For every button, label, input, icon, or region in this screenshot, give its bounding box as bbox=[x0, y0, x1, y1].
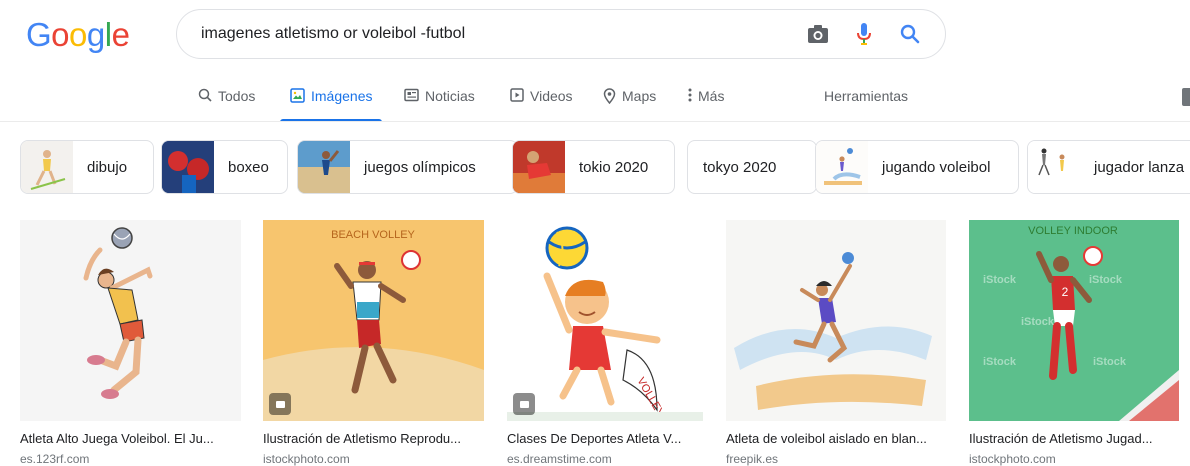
tab-imagenes[interactable]: Imágenes bbox=[279, 86, 384, 122]
result-title[interactable]: Atleta Alto Juega Voleibol. El Ju... bbox=[20, 431, 214, 446]
chip-thumbnail bbox=[21, 141, 73, 193]
logo-letter: g bbox=[86, 16, 105, 53]
tab-label: Videos bbox=[530, 88, 573, 104]
chip-dibujo[interactable]: dibujo bbox=[20, 140, 154, 194]
result-image[interactable]: VOLLEYBALL bbox=[507, 220, 703, 421]
chip-tokio-2020[interactable]: tokio 2020 bbox=[512, 140, 675, 194]
tab-todos[interactable]: Todos bbox=[198, 86, 255, 122]
logo-letter: G bbox=[26, 16, 52, 53]
result-image[interactable]: BEACH VOLLEY bbox=[263, 220, 484, 421]
search-input[interactable]: imagenes atletismo or voleibol -futbol bbox=[201, 25, 801, 43]
chip-label: tokio 2020 bbox=[579, 158, 649, 176]
result-source[interactable]: freepik.es bbox=[726, 452, 778, 466]
chip-juegos-olimpicos[interactable]: juegos olímpicos bbox=[297, 140, 518, 194]
chip-thumbnail bbox=[816, 141, 868, 193]
news-icon bbox=[404, 88, 419, 102]
tab-label: Todos bbox=[218, 88, 256, 104]
tab-label: Más bbox=[698, 88, 725, 104]
result-source[interactable]: es.123rf.com bbox=[20, 452, 89, 466]
image-watermark: iStock bbox=[983, 274, 1017, 286]
chip-thumbnail bbox=[1028, 141, 1080, 193]
logo-letter: e bbox=[111, 16, 130, 53]
svg-text:2: 2 bbox=[1062, 285, 1069, 299]
result-source[interactable]: istockphoto.com bbox=[263, 452, 350, 466]
result-title[interactable]: Clases De Deportes Atleta V... bbox=[507, 431, 681, 446]
chip-label: jugando voleibol bbox=[882, 158, 991, 176]
image-watermark: iStock bbox=[983, 356, 1017, 368]
related-searches: dibujo boxeo juegos olímpicos tokio 2020… bbox=[20, 140, 1190, 194]
search-box[interactable]: imagenes atletismo or voleibol -futbol bbox=[176, 9, 946, 59]
chip-label: juegos olímpicos bbox=[364, 158, 476, 176]
result-title[interactable]: Atleta de voleibol aislado en blan... bbox=[726, 431, 927, 446]
search-icon[interactable] bbox=[893, 17, 927, 51]
image-watermark: iStock bbox=[1021, 316, 1055, 328]
image-watermark: iStock bbox=[1089, 274, 1123, 286]
chip-boxeo[interactable]: boxeo bbox=[161, 140, 288, 194]
result-image[interactable] bbox=[20, 220, 241, 421]
logo-letter: o bbox=[69, 16, 87, 53]
logo-letter: o bbox=[51, 16, 70, 53]
tab-mas[interactable]: Más bbox=[688, 86, 724, 122]
tab-label: Noticias bbox=[425, 88, 475, 104]
result-source[interactable]: istockphoto.com bbox=[969, 452, 1056, 466]
chip-thumbnail bbox=[298, 141, 350, 193]
microphone-icon[interactable] bbox=[847, 17, 881, 51]
image-overlay-text: BEACH VOLLEY bbox=[331, 229, 415, 241]
tab-label: Maps bbox=[622, 88, 657, 104]
chip-jugando-voleibol[interactable]: jugando voleibol bbox=[815, 140, 1019, 194]
tab-noticias[interactable]: Noticias bbox=[404, 86, 475, 122]
chip-label: dibujo bbox=[87, 158, 128, 176]
result-source[interactable]: es.dreamstime.com bbox=[507, 452, 612, 466]
result-image[interactable] bbox=[726, 220, 946, 421]
chip-tokyo-2020[interactable]: tokyo 2020 bbox=[687, 140, 817, 194]
chip-label: boxeo bbox=[228, 158, 269, 176]
search-icon bbox=[198, 88, 212, 102]
result-image[interactable]: 2 VOLLEY INDOOR iStock iStock iStock iSt… bbox=[969, 220, 1179, 421]
chip-jugador-lanza[interactable]: jugador lanza bbox=[1027, 140, 1190, 194]
google-logo[interactable]: Google bbox=[26, 16, 130, 54]
image-overlay-text: VOLLEY INDOOR bbox=[1028, 225, 1118, 237]
tab-label: Imágenes bbox=[311, 88, 373, 104]
image-gallery-icon bbox=[513, 393, 535, 415]
camera-icon[interactable] bbox=[801, 17, 835, 51]
image-gallery-icon bbox=[269, 393, 291, 415]
chip-label: tokyo 2020 bbox=[703, 158, 777, 176]
result-title[interactable]: Ilustración de Atletismo Jugad... bbox=[969, 431, 1153, 446]
tab-videos[interactable]: Videos bbox=[510, 86, 573, 122]
more-vert-icon bbox=[688, 88, 692, 102]
chip-thumbnail bbox=[513, 141, 565, 193]
tab-maps[interactable]: Maps bbox=[603, 86, 656, 122]
image-icon bbox=[290, 88, 305, 103]
settings-edge-icon[interactable] bbox=[1182, 88, 1190, 106]
tools-button[interactable]: Herramientas bbox=[824, 88, 908, 104]
chip-label: jugador lanza bbox=[1094, 158, 1185, 176]
header-divider bbox=[0, 121, 1190, 122]
logo-letter: l bbox=[104, 16, 112, 53]
map-pin-icon bbox=[603, 88, 616, 104]
video-icon bbox=[510, 88, 524, 102]
search-tabs: Todos Imágenes Noticias Videos Maps Más … bbox=[198, 86, 1190, 122]
image-watermark: iStock bbox=[1093, 356, 1127, 368]
result-title[interactable]: Ilustración de Atletismo Reprodu... bbox=[263, 431, 461, 446]
chip-thumbnail bbox=[162, 141, 214, 193]
